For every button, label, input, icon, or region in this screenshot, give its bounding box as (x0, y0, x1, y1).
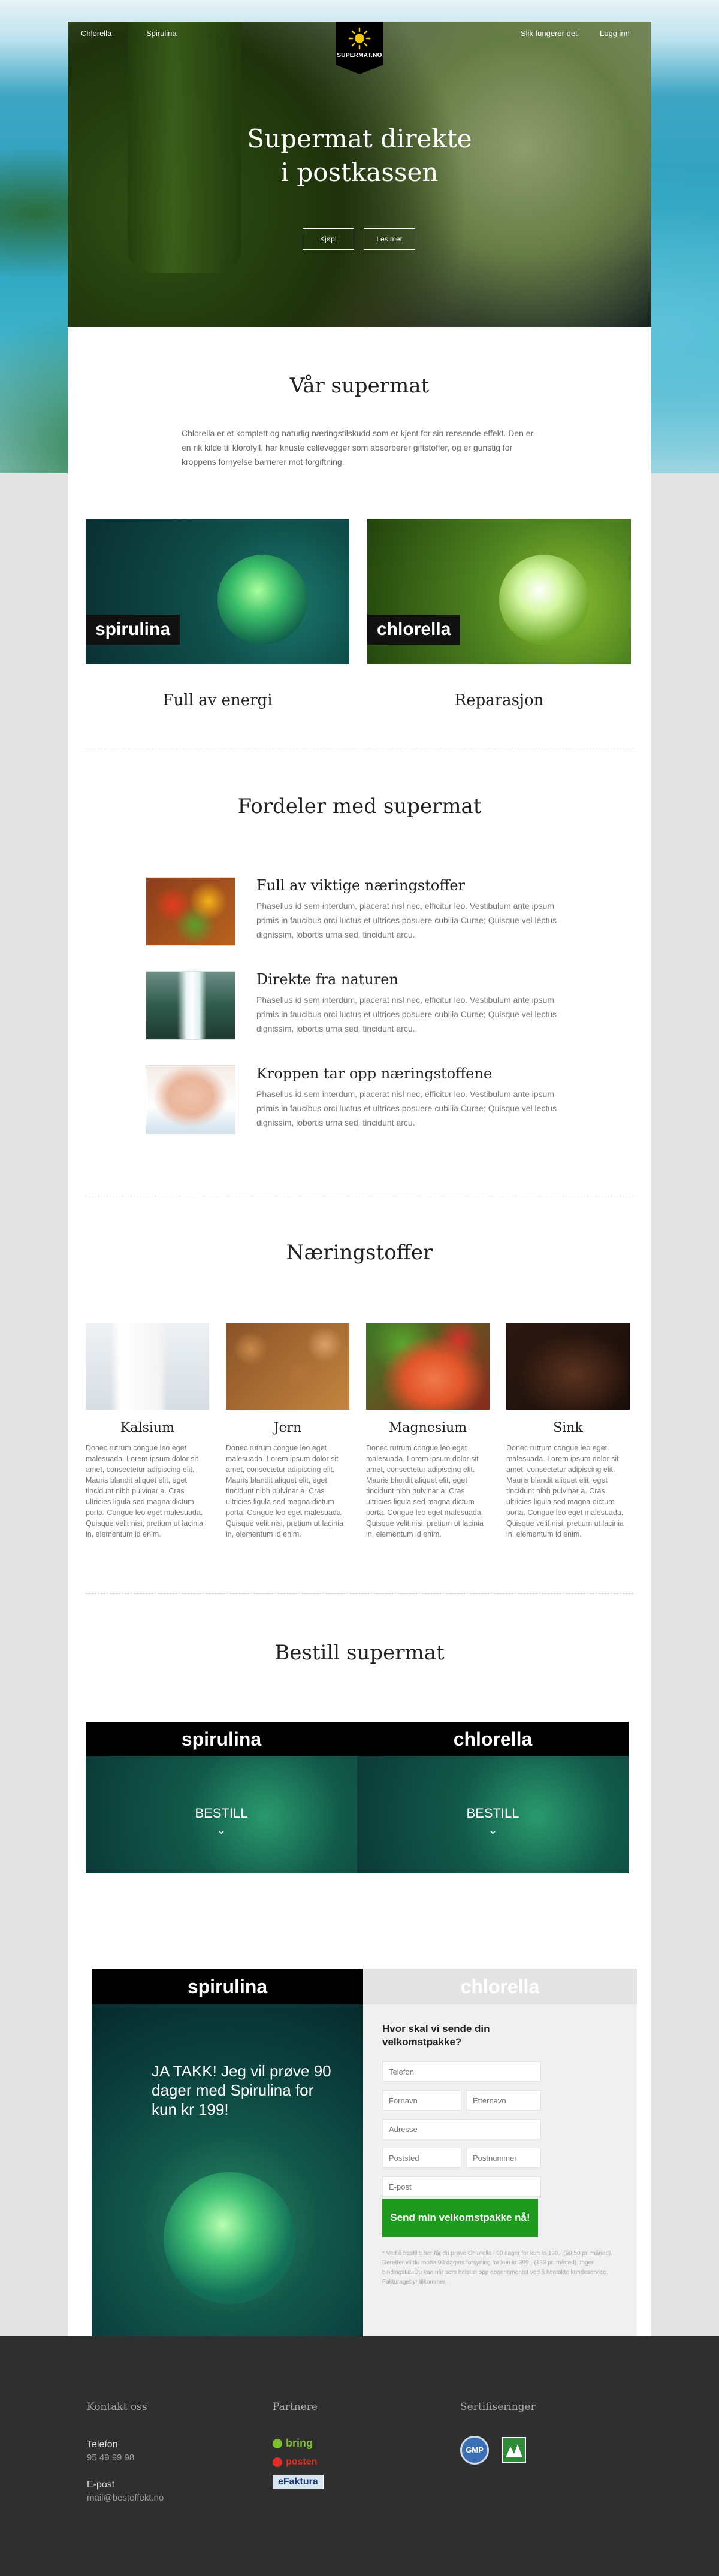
nutrient-text: Donec rutrum congue leo eget malesuada. … (366, 1444, 484, 1538)
postcode-input[interactable] (382, 2148, 461, 2168)
efaktura-logo: eFaktura (273, 2475, 324, 2489)
sun-icon (348, 27, 371, 50)
phone-number[interactable]: 95 49 99 98 (87, 2453, 164, 2463)
nuts-image (226, 1323, 349, 1410)
email-label: E-post (87, 2480, 115, 2490)
salmon-image (366, 1323, 490, 1410)
postnr-input[interactable] (466, 2148, 541, 2168)
belly-image (146, 1065, 235, 1134)
footer-certs-title: Sertifiseringer (460, 2401, 536, 2413)
intro-text: Chlorella er et komplett og naturlig nær… (182, 428, 534, 467)
nutrient-card: Kalsium Donec rutrum congue leo eget mal… (86, 1323, 209, 1540)
vegetables-image (146, 877, 235, 946)
kit-form-header: Hvor skal vi sende din velkomstpakke? (382, 2022, 622, 2049)
chevron-down-icon: ⌄ (488, 1824, 498, 1837)
gmp-badge: GMP (460, 2436, 489, 2465)
phone-input[interactable] (382, 2061, 541, 2082)
milk-image (86, 1323, 209, 1410)
nutrients-title: Næringstoffer (286, 1241, 433, 1265)
first-name-input[interactable] (382, 2090, 461, 2111)
footer-contact: Kontakt oss Telefon 95 49 99 98 E-post m… (87, 2401, 164, 2503)
address-input[interactable] (382, 2119, 541, 2139)
benefit-item: Kroppen tar opp næringstoffene Phasellus… (146, 1065, 577, 1143)
chocolate-image (506, 1323, 630, 1410)
order-title: Bestill supermat (274, 1641, 445, 1665)
product-caption-repair: Reparasjon (454, 691, 544, 709)
nav-link-login[interactable]: Logg inn (600, 29, 630, 38)
send-kit-button[interactable]: Send min velkomstpakke nå! (382, 2199, 538, 2237)
email-address[interactable]: mail@besteffekt.no (87, 2493, 164, 2503)
nutrient-text: Donec rutrum congue leo eget malesuada. … (506, 1444, 624, 1538)
nav-link-spirulina[interactable]: Spirulina (146, 29, 177, 38)
hero-title: Supermat direkte i postkassen (247, 124, 472, 187)
read-more-button[interactable]: Les mer (364, 228, 415, 250)
page-container: Chlorella Spirulina Slik fungerer det Lo… (68, 22, 651, 2343)
nutrient-card: Jern Donec rutrum congue leo eget malesu… (226, 1323, 349, 1540)
nav-link-how-it-works[interactable]: Slik fungerer det (521, 29, 578, 38)
posten-icon (273, 2457, 282, 2467)
form-question: Hvor skal vi sende din velkomstpakke? (382, 2023, 490, 2048)
hero-section: Chlorella Spirulina Slik fungerer det Lo… (68, 22, 651, 327)
benefit-title: Full av viktige næringstoffer (256, 877, 465, 894)
section-divider (86, 1593, 633, 1594)
nav-link-chlorella[interactable]: Chlorella (81, 29, 111, 38)
phone-label: Telefon (87, 2439, 118, 2450)
nutrient-name: Magnesium (388, 1420, 467, 1435)
order-cta[interactable]: BESTILL (86, 1806, 357, 1821)
site-logo[interactable]: SUPERMAT.NO (336, 22, 383, 74)
email-input[interactable] (382, 2176, 541, 2197)
tab-chlorella[interactable]: chlorella (363, 1969, 637, 2004)
intro-title: Vår supermat (289, 374, 430, 398)
order-panel-brand: spirulina (86, 1722, 357, 1756)
posten-logo: posten (273, 2457, 324, 2468)
water-drop-image (217, 555, 307, 645)
order-panel-brand: chlorella (357, 1722, 629, 1756)
nutrient-name: Jern (273, 1420, 302, 1435)
benefit-item: Direkte fra naturen Phasellus id sem int… (146, 971, 577, 1049)
order-cta[interactable]: BESTILL (357, 1806, 629, 1821)
last-name-input[interactable] (466, 2090, 541, 2111)
footer-contact-title: Kontakt oss (87, 2401, 147, 2413)
benefit-title: Kroppen tar opp næringstoffene (256, 1065, 493, 1082)
buy-button[interactable]: Kjøp! (303, 228, 354, 250)
bring-logo: bring (273, 2437, 324, 2450)
tab-spirulina[interactable]: spirulina (92, 1969, 363, 2004)
spirulina-visual (92, 2004, 363, 2343)
footer-partners: Partnere bring posten eFaktura (273, 2401, 324, 2489)
benefit-text: Phasellus id sem interdum, placerat nisl… (256, 1089, 557, 1127)
product-card-spirulina[interactable]: spirulina (86, 519, 349, 664)
waterfall-image (146, 971, 235, 1040)
kit-offer-text: JA TAKK! Jeg vil prøve 90 dager med Spir… (152, 2062, 331, 2118)
nutrient-name: Kalsium (120, 1420, 174, 1435)
footer-partners-title: Partnere (273, 2401, 318, 2413)
nutrient-text: Donec rutrum congue leo eget malesuada. … (86, 1444, 203, 1538)
bring-icon (273, 2438, 282, 2448)
benefit-item: Full av viktige næringstoffer Phasellus … (146, 877, 577, 955)
footer: Kontakt oss Telefon 95 49 99 98 E-post m… (0, 2336, 719, 2576)
debio-badge (502, 2437, 526, 2463)
water-drop-image (499, 555, 589, 645)
nutrient-text: Donec rutrum congue leo eget malesuada. … (226, 1444, 343, 1538)
logo-text: SUPERMAT.NO (337, 52, 382, 59)
product-card-chlorella[interactable]: chlorella (367, 519, 631, 664)
order-panel-chlorella[interactable]: chlorella BESTILL ⌄ (357, 1722, 629, 1873)
nutrient-card: Sink Donec rutrum congue leo eget malesu… (506, 1323, 630, 1540)
product-tag: spirulina (86, 615, 180, 645)
nutrient-card: Magnesium Donec rutrum congue leo eget m… (366, 1323, 490, 1540)
water-drop-image (164, 2172, 295, 2304)
starter-kit-section: spirulina chlorella JA TAKK! Jeg vil prø… (92, 1969, 637, 2343)
benefit-title: Direkte fra naturen (256, 971, 398, 988)
order-panel-spirulina[interactable]: spirulina BESTILL ⌄ (86, 1722, 357, 1873)
fine-print: * Ved å bestille her får du prøve Chlore… (382, 2250, 613, 2285)
benefit-text: Phasellus id sem interdum, placerat nisl… (256, 995, 557, 1033)
debio-icon (503, 2438, 525, 2462)
product-tag: chlorella (367, 615, 461, 645)
footer-certs: Sertifiseringer GMP (460, 2401, 536, 2465)
benefit-text: Phasellus id sem interdum, placerat nisl… (256, 901, 557, 939)
benefits-title: Fordeler med supermat (237, 794, 482, 818)
chevron-down-icon: ⌄ (216, 1824, 226, 1837)
nutrient-name: Sink (553, 1420, 583, 1435)
product-caption-energy: Full av energi (162, 691, 273, 709)
